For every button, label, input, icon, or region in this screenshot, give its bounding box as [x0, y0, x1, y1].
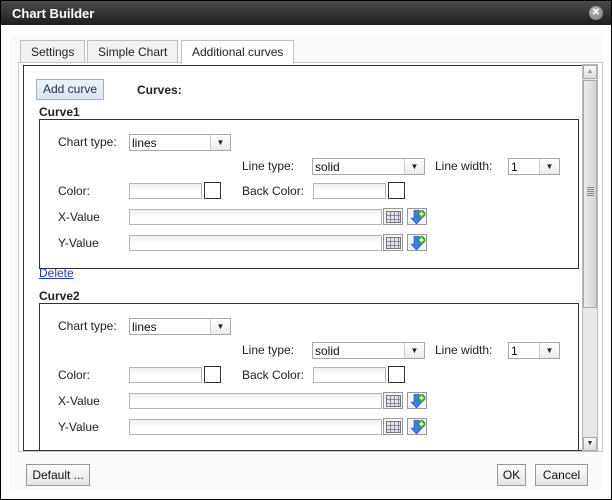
curve1-title: Curve1 — [39, 105, 80, 119]
line-type-select[interactable]: solid ▼ — [312, 158, 425, 175]
tab-settings[interactable]: Settings — [20, 40, 86, 63]
scroll-up-arrow-icon[interactable]: ▲ — [583, 65, 597, 79]
chart-builder-dialog: Chart Builder ✕ Settings Simple Chart Ad… — [0, 0, 612, 500]
scrollbar-thumb[interactable] — [583, 80, 597, 308]
chart-type-select[interactable]: lines ▼ — [129, 134, 231, 151]
back-color-label: Back Color: — [242, 184, 305, 198]
chevron-down-icon: ▼ — [210, 135, 230, 150]
tab-additional-curves[interactable]: Additional curves — [181, 40, 295, 64]
color-label: Color: — [58, 184, 91, 198]
curve2-title: Curve2 — [39, 289, 80, 303]
window-title: Chart Builder — [12, 6, 95, 21]
ok-button[interactable]: OK — [497, 464, 526, 486]
import-arrow-icon — [410, 236, 426, 250]
table-grid-icon — [386, 237, 401, 249]
tab-label: Additional curves — [192, 45, 284, 59]
line-type-label: Line type: — [242, 159, 295, 173]
table-grid-icon — [386, 421, 401, 433]
color-swatch[interactable] — [204, 182, 221, 199]
line-type-value: solid — [315, 160, 340, 174]
add-curve-button[interactable]: Add curve — [36, 79, 104, 100]
back-color-swatch[interactable] — [388, 366, 405, 383]
chevron-down-icon: ▼ — [539, 343, 559, 358]
tab-label: Settings — [31, 45, 75, 59]
back-color-label: Back Color: — [242, 368, 305, 382]
chart-type-value: lines — [132, 136, 157, 150]
line-type-select[interactable]: solid ▼ — [312, 342, 425, 359]
tab-label: Simple Chart — [98, 45, 168, 59]
table-grid-icon — [386, 211, 401, 223]
curve2-box: Chart type: lines ▼ Line type: solid ▼ L… — [39, 303, 579, 450]
vertical-scrollbar[interactable]: ▲ ▼ — [582, 64, 598, 452]
import-arrow-icon — [410, 210, 426, 224]
line-width-label: Line width: — [435, 159, 493, 173]
x-value-import-button[interactable] — [407, 392, 427, 409]
color-input[interactable] — [129, 183, 202, 199]
default-button[interactable]: Default ... — [26, 464, 90, 486]
x-value-table-button[interactable] — [383, 208, 403, 225]
back-color-input[interactable] — [313, 183, 386, 199]
x-value-import-button[interactable] — [407, 208, 427, 225]
line-width-value: 1 — [511, 160, 518, 174]
close-icon[interactable]: ✕ — [589, 6, 603, 20]
tab-simple-chart[interactable]: Simple Chart — [87, 40, 179, 63]
chevron-down-icon: ▼ — [210, 319, 230, 334]
y-value-input[interactable] — [129, 235, 382, 251]
curve1-box: Chart type: lines ▼ Line type: solid ▼ L… — [39, 119, 579, 269]
y-value-import-button[interactable] — [407, 234, 427, 251]
x-value-input[interactable] — [129, 209, 382, 225]
back-color-swatch[interactable] — [388, 182, 405, 199]
y-value-table-button[interactable] — [383, 418, 403, 435]
color-label: Color: — [58, 368, 91, 382]
scroll-down-arrow-icon[interactable]: ▼ — [583, 437, 597, 451]
import-arrow-icon — [410, 394, 426, 408]
line-width-label: Line width: — [435, 343, 493, 357]
line-type-value: solid — [315, 344, 340, 358]
y-value-label: Y-Value — [58, 420, 99, 434]
color-input[interactable] — [129, 367, 202, 383]
y-value-table-button[interactable] — [383, 234, 403, 251]
line-width-select[interactable]: 1 ▼ — [508, 342, 560, 359]
grip-icon — [587, 187, 594, 197]
chevron-down-icon: ▼ — [404, 343, 424, 358]
x-value-label: X-Value — [58, 210, 100, 224]
chevron-down-icon: ▼ — [404, 159, 424, 174]
import-arrow-icon — [410, 420, 426, 434]
chart-type-select[interactable]: lines ▼ — [129, 318, 231, 335]
table-grid-icon — [386, 395, 401, 407]
color-swatch[interactable] — [204, 366, 221, 383]
line-width-select[interactable]: 1 ▼ — [508, 158, 560, 175]
chart-type-label: Chart type: — [58, 135, 117, 149]
chevron-down-icon: ▼ — [539, 159, 559, 174]
y-value-label: Y-Value — [58, 236, 99, 250]
x-value-table-button[interactable] — [383, 392, 403, 409]
chart-type-label: Chart type: — [58, 319, 117, 333]
x-value-input[interactable] — [129, 393, 382, 409]
title-bar: Chart Builder ✕ — [1, 1, 611, 25]
chart-type-value: lines — [132, 320, 157, 334]
delete-curve-link[interactable]: Delete — [39, 266, 74, 280]
back-color-input[interactable] — [313, 367, 386, 383]
x-value-label: X-Value — [58, 394, 100, 408]
line-width-value: 1 — [511, 344, 518, 358]
cancel-button[interactable]: Cancel — [535, 464, 588, 486]
y-value-import-button[interactable] — [407, 418, 427, 435]
curves-label: Curves: — [137, 83, 182, 97]
line-type-label: Line type: — [242, 343, 295, 357]
y-value-input[interactable] — [129, 419, 382, 435]
